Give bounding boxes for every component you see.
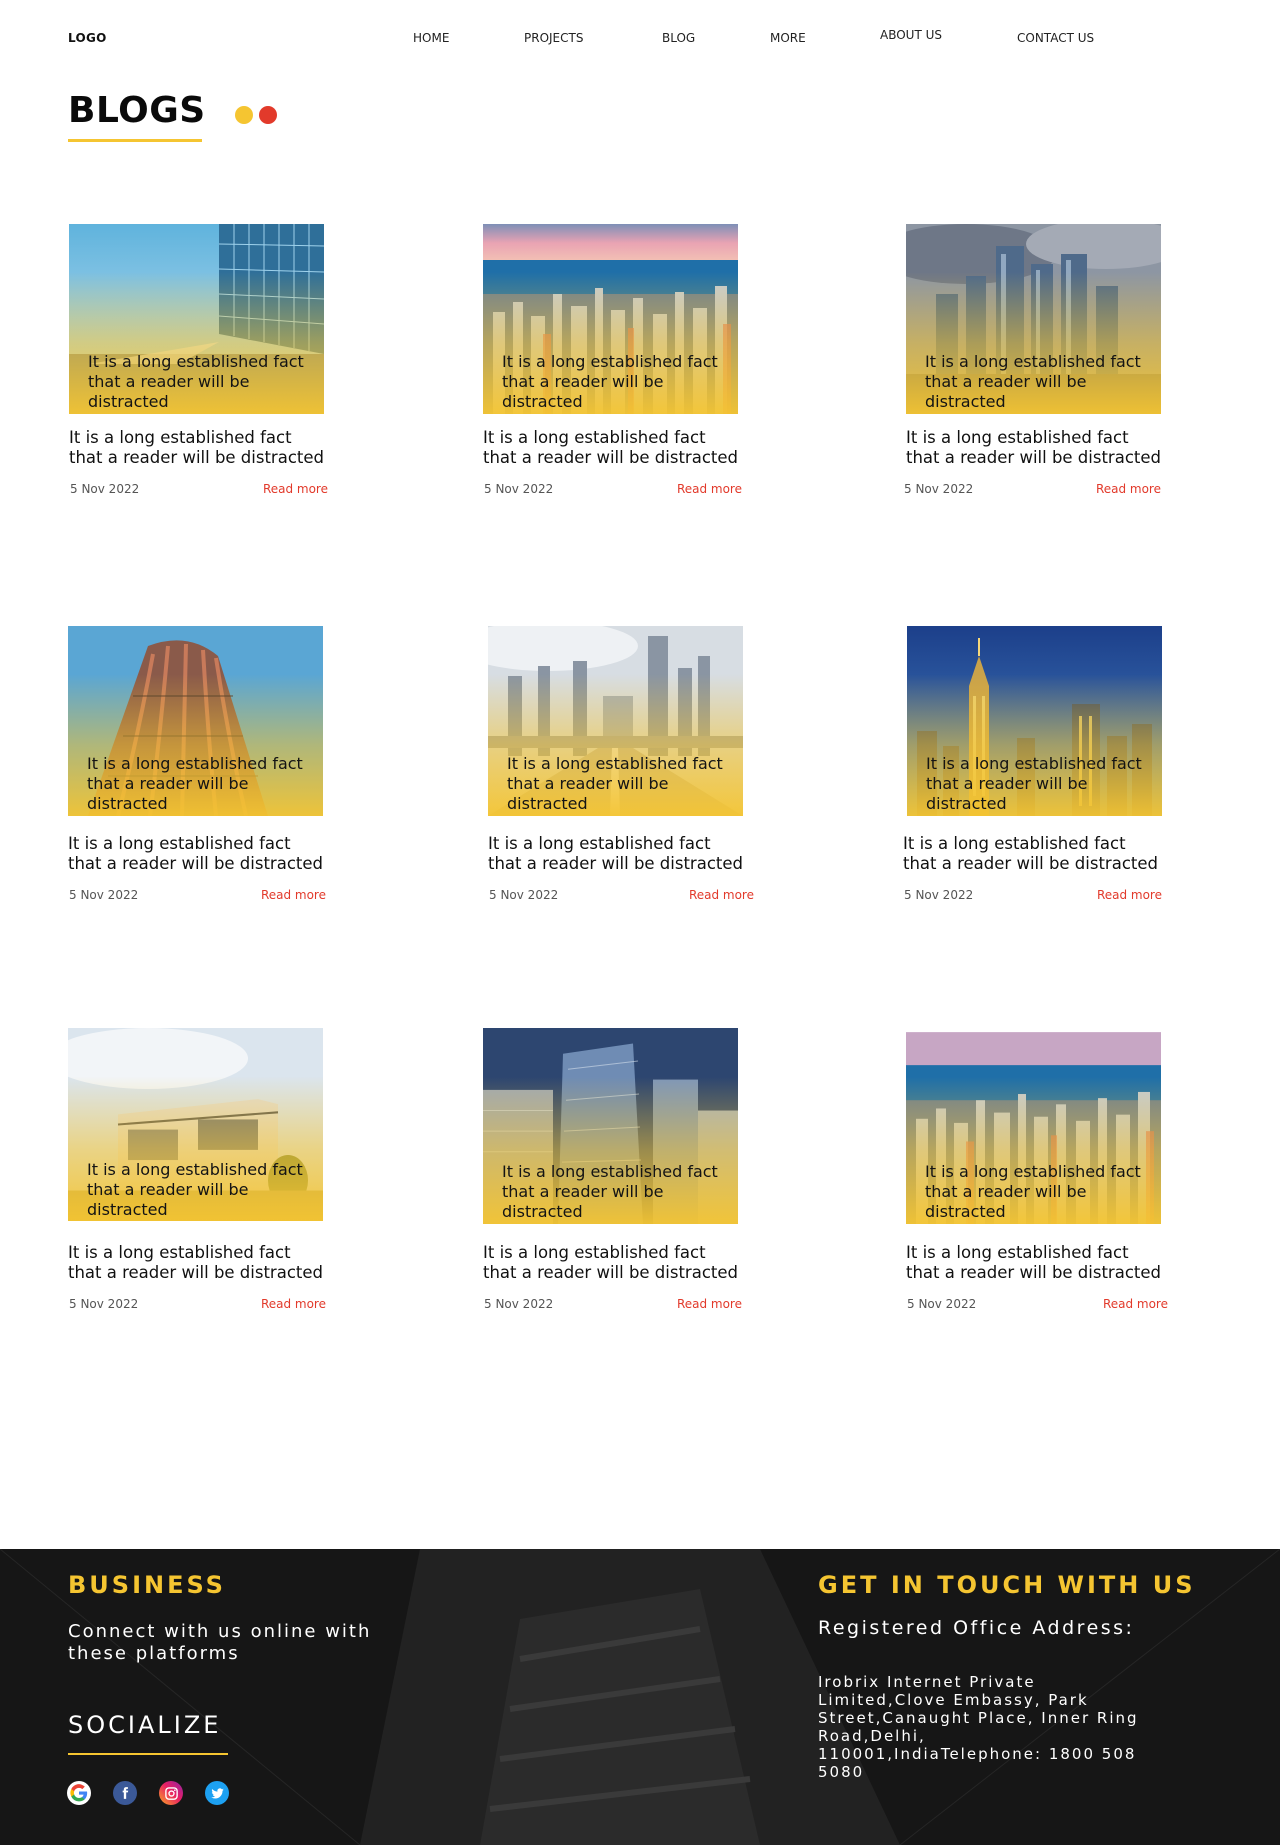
read-more-link[interactable]: Read more	[677, 482, 742, 496]
read-more-link[interactable]: Read more	[677, 1297, 742, 1311]
thumbnail-caption: It is a long established fact that a rea…	[507, 754, 723, 813]
blog-thumbnail[interactable]: It is a long established fact that a rea…	[69, 224, 324, 414]
blog-meta: 5 Nov 2022 Read more	[904, 482, 1166, 498]
blog-excerpt: It is a long established fact that a rea…	[483, 1243, 738, 1282]
blog-thumbnail[interactable]: It is a long established fact that a rea…	[483, 224, 738, 414]
google-icon[interactable]	[67, 1781, 91, 1805]
read-more-link[interactable]: Read more	[261, 888, 326, 902]
blog-excerpt: It is a long established fact that a rea…	[906, 428, 1161, 467]
blog-card[interactable]: It is a long established fact that a rea…	[68, 626, 328, 904]
read-more-link[interactable]: Read more	[263, 482, 328, 496]
blog-meta: 5 Nov 2022 Read more	[903, 888, 1163, 904]
thumbnail-caption: It is a long established fact that a rea…	[87, 754, 303, 813]
nav-about-us[interactable]: ABOUT US	[880, 28, 942, 42]
footer: BUSINESS Connect with us online with the…	[0, 1549, 1280, 1845]
socialize-heading: SOCIALIZE	[68, 1711, 222, 1739]
instagram-icon[interactable]	[159, 1781, 183, 1805]
blog-excerpt: It is a long established fact that a rea…	[68, 1243, 323, 1282]
blog-date: 5 Nov 2022	[484, 1297, 554, 1311]
blog-date: 5 Nov 2022	[69, 1297, 139, 1311]
blog-excerpt: It is a long established fact that a rea…	[483, 428, 738, 467]
blog-card[interactable]: It is a long established fact that a rea…	[69, 224, 329, 498]
thumbnail-caption: It is a long established fact that a rea…	[925, 1162, 1141, 1221]
blog-meta: 5 Nov 2022 Read more	[69, 482, 329, 498]
red-dot	[259, 106, 277, 124]
connect-text: Connect with us online with these platfo…	[68, 1621, 372, 1664]
blog-thumbnail[interactable]: It is a long established fact that a rea…	[68, 626, 323, 816]
blog-date: 5 Nov 2022	[489, 888, 559, 902]
nav-contact-us[interactable]: CONTACT US	[1017, 31, 1094, 45]
blog-meta: 5 Nov 2022 Read more	[483, 1297, 743, 1313]
blog-excerpt: It is a long established fact that a rea…	[488, 834, 743, 873]
blog-date: 5 Nov 2022	[904, 888, 974, 902]
blog-card[interactable]: It is a long established fact that a rea…	[68, 1028, 328, 1313]
blog-thumbnail[interactable]: It is a long established fact that a rea…	[906, 224, 1161, 414]
blog-excerpt: It is a long established fact that a rea…	[906, 1243, 1161, 1282]
blog-date: 5 Nov 2022	[69, 888, 139, 902]
blog-thumbnail[interactable]: It is a long established fact that a rea…	[907, 626, 1162, 816]
blog-meta: 5 Nov 2022 Read more	[483, 482, 743, 498]
blog-thumbnail[interactable]: It is a long established fact that a rea…	[906, 1028, 1161, 1224]
logo[interactable]: LOGO	[68, 31, 107, 45]
yellow-dot	[235, 106, 253, 124]
office-address: Irobrix Internet Private Limited,Clove E…	[818, 1673, 1139, 1781]
thumbnail-caption: It is a long established fact that a rea…	[88, 352, 304, 411]
blog-thumbnail[interactable]: It is a long established fact that a rea…	[483, 1028, 738, 1224]
page-title: BLOGS	[68, 90, 206, 131]
nav-blog[interactable]: BLOG	[662, 31, 695, 45]
thumbnail-caption: It is a long established fact that a rea…	[502, 352, 718, 411]
business-heading: BUSINESS	[68, 1571, 226, 1599]
blog-date: 5 Nov 2022	[70, 482, 140, 496]
blog-meta: 5 Nov 2022 Read more	[68, 888, 328, 904]
blog-card[interactable]: It is a long established fact that a rea…	[483, 224, 743, 498]
blog-card[interactable]: It is a long established fact that a rea…	[488, 626, 754, 904]
contact-heading: GET IN TOUCH WITH US	[818, 1571, 1196, 1599]
title-underline	[68, 139, 202, 142]
nav-more[interactable]: MORE	[770, 31, 806, 45]
blog-date: 5 Nov 2022	[907, 1297, 977, 1311]
blog-excerpt: It is a long established fact that a rea…	[68, 834, 323, 873]
nav-projects[interactable]: PROJECTS	[524, 31, 583, 45]
nav-home[interactable]: HOME	[413, 31, 449, 45]
thumbnail-caption: It is a long established fact that a rea…	[502, 1162, 718, 1221]
blog-thumbnail[interactable]: It is a long established fact that a rea…	[68, 1028, 323, 1221]
facebook-icon[interactable]	[113, 1781, 137, 1805]
blog-date: 5 Nov 2022	[484, 482, 554, 496]
blog-card[interactable]: It is a long established fact that a rea…	[906, 1028, 1168, 1313]
blog-meta: 5 Nov 2022 Read more	[68, 1297, 328, 1313]
blog-card[interactable]: It is a long established fact that a rea…	[483, 1028, 743, 1313]
socialize-underline	[68, 1753, 228, 1755]
read-more-link[interactable]: Read more	[1103, 1297, 1168, 1311]
office-heading: Registered Office Address:	[818, 1617, 1135, 1639]
twitter-icon[interactable]	[205, 1781, 229, 1805]
thumbnail-caption: It is a long established fact that a rea…	[87, 1160, 303, 1219]
blog-thumbnail[interactable]: It is a long established fact that a rea…	[488, 626, 743, 816]
blog-meta: 5 Nov 2022 Read more	[906, 1297, 1168, 1313]
blog-meta: 5 Nov 2022 Read more	[488, 888, 754, 904]
read-more-link[interactable]: Read more	[1096, 482, 1161, 496]
blog-excerpt: It is a long established fact that a rea…	[903, 834, 1158, 873]
read-more-link[interactable]: Read more	[689, 888, 754, 902]
read-more-link[interactable]: Read more	[261, 1297, 326, 1311]
blog-card[interactable]: It is a long established fact that a rea…	[904, 224, 1166, 498]
blog-excerpt: It is a long established fact that a rea…	[69, 428, 324, 467]
thumbnail-caption: It is a long established fact that a rea…	[925, 352, 1141, 411]
blog-date: 5 Nov 2022	[904, 482, 974, 496]
read-more-link[interactable]: Read more	[1097, 888, 1162, 902]
blog-card[interactable]: It is a long established fact that a rea…	[903, 626, 1163, 904]
thumbnail-caption: It is a long established fact that a rea…	[926, 754, 1142, 813]
